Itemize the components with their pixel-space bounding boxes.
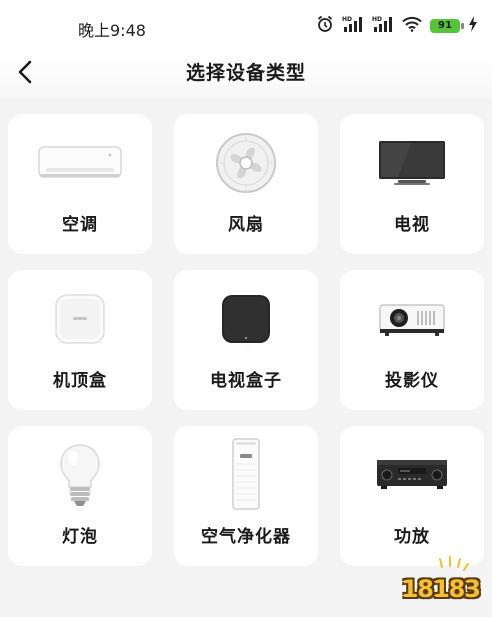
status-time: 晚上9:48 bbox=[78, 21, 146, 40]
device-label: 功放 bbox=[394, 527, 430, 547]
amplifier-icon bbox=[340, 444, 484, 506]
device-card-amplifier[interactable]: 功放 bbox=[340, 426, 484, 566]
device-label: 灯泡 bbox=[62, 527, 98, 547]
watermark-text: 18183 bbox=[401, 575, 481, 603]
tv-box-icon bbox=[174, 288, 318, 350]
hd-signal-icon: HD bbox=[372, 15, 394, 37]
device-card-light-bulb[interactable]: 灯泡 bbox=[8, 426, 152, 566]
status-bar: 晚上9:48 HD HD 91 bbox=[0, 0, 492, 52]
device-card-tv[interactable]: 电视 bbox=[340, 114, 484, 254]
device-card-tv-box[interactable]: 电视盒子 bbox=[174, 270, 318, 410]
device-card-set-top-box[interactable]: 机顶盒 bbox=[8, 270, 152, 410]
status-icons: HD HD 91 bbox=[316, 15, 478, 37]
device-label: 空调 bbox=[62, 215, 98, 235]
page-title: 选择设备类型 bbox=[185, 62, 306, 84]
device-grid: 空调 风扇 电视 机顶盒 电视盒子 投影仪 灯泡 空气净化器 功放 bbox=[8, 114, 484, 574]
tv-icon bbox=[340, 132, 484, 194]
device-card-fan[interactable]: 风扇 bbox=[174, 114, 318, 254]
svg-text:HD: HD bbox=[372, 16, 382, 23]
device-card-air-conditioner[interactable]: 空调 bbox=[8, 114, 152, 254]
charging-icon bbox=[468, 16, 478, 36]
device-label: 空气净化器 bbox=[201, 527, 291, 547]
device-label: 风扇 bbox=[228, 215, 264, 235]
alarm-icon bbox=[316, 15, 334, 37]
device-card-air-purifier[interactable]: 空气净化器 bbox=[174, 426, 318, 566]
air-conditioner-icon bbox=[8, 132, 152, 194]
set-top-box-icon bbox=[8, 288, 152, 350]
device-label: 投影仪 bbox=[385, 371, 439, 391]
hd-signal-icon: HD bbox=[342, 15, 364, 37]
light-bulb-icon bbox=[8, 444, 152, 506]
wifi-icon bbox=[402, 16, 422, 36]
air-purifier-icon bbox=[174, 438, 318, 510]
device-label: 机顶盒 bbox=[53, 371, 107, 391]
watermark-logo: 18183 bbox=[392, 555, 484, 611]
device-label: 电视盒子 bbox=[210, 371, 282, 391]
device-card-projector[interactable]: 投影仪 bbox=[340, 270, 484, 410]
battery-icon: 91 bbox=[430, 19, 464, 33]
svg-text:HD: HD bbox=[342, 16, 352, 23]
device-label: 电视 bbox=[394, 215, 430, 235]
fan-icon bbox=[174, 132, 318, 194]
projector-icon bbox=[340, 288, 484, 350]
title-bar: 选择设备类型 bbox=[0, 52, 492, 98]
